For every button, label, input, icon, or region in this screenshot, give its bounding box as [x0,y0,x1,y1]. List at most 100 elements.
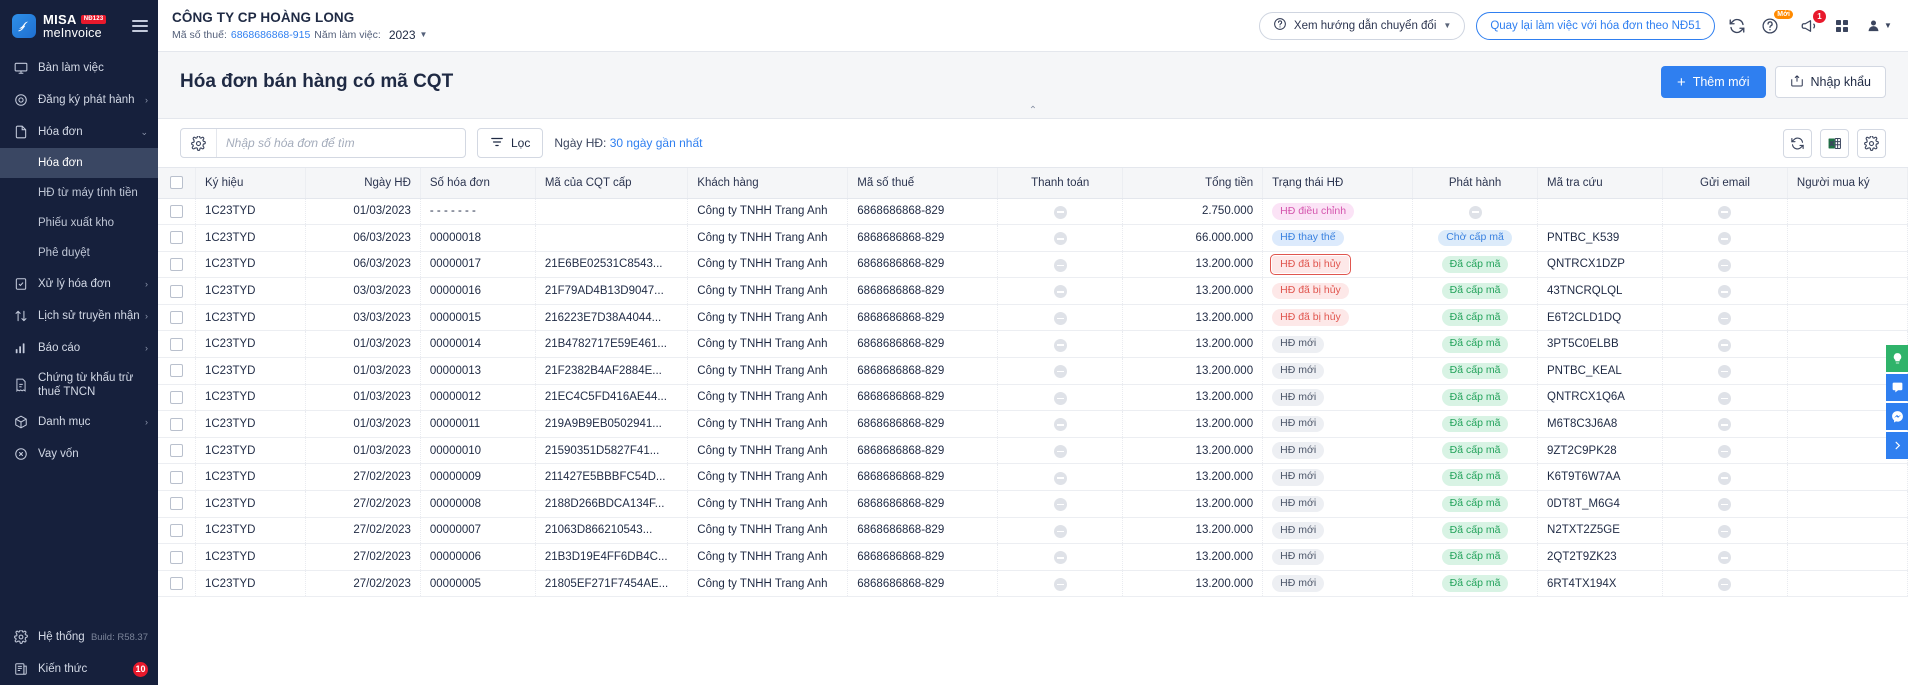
table-row[interactable]: 1C23TYD 01/03/2023 00000013 21F2382B4AF2884… [158,357,1908,385]
sidebar-item-registration[interactable]: Đăng ký phát hành › [0,84,158,116]
row-select-cell[interactable] [158,463,196,492]
row-checkbox[interactable] [169,364,183,378]
col-ma-so-thue[interactable]: Mã số thuế [847,168,999,199]
rail-chat-icon[interactable] [1886,374,1908,401]
user-avatar-menu[interactable]: ▼ [1864,15,1894,37]
sidebar-subitem-approval[interactable]: Phê duyệt [0,238,158,268]
row-select-cell[interactable] [158,198,196,226]
select-all-header[interactable] [158,168,196,199]
row-checkbox[interactable] [169,417,183,431]
sidebar-item-transfer-history[interactable]: Lịch sử truyền nhận › [0,300,158,332]
table-row[interactable]: 1C23TYD 01/03/2023 00000011 219A9B9EB050294… [158,410,1908,438]
search-settings-gear-icon[interactable] [181,129,217,157]
rail-messenger-icon[interactable] [1886,403,1908,430]
row-select-cell[interactable] [158,224,196,252]
row-checkbox[interactable] [169,337,183,351]
table-row[interactable]: 1C23TYD 27/02/2023 00000005 21805EF271F7454… [158,570,1908,598]
table-row[interactable]: 1C23TYD 01/03/2023- - - - - - - Công ty TN… [158,198,1908,226]
table-row[interactable]: 1C23TYD 27/02/2023 00000009 211427E5BBBFC54… [158,463,1908,492]
hamburger-menu-icon[interactable] [132,20,148,32]
sidebar-item-invoice[interactable]: Hóa đơn ⌄ [0,116,158,148]
col-phat-hanh[interactable]: Phát hành [1412,168,1539,199]
back-nd51-button[interactable]: Quay lại làm việc với hóa đơn theo NĐ51 [1476,11,1715,40]
row-checkbox[interactable] [169,390,183,404]
table-row[interactable]: 1C23TYD 27/02/2023 00000006 21B3D19E4FF6DB4… [158,543,1908,571]
row-checkbox[interactable] [169,497,183,511]
col-thanh-toan[interactable]: Thanh toán [997,168,1124,199]
row-select-cell[interactable] [158,384,196,412]
add-new-button[interactable]: + Thêm mới [1660,66,1766,98]
table-row[interactable]: 1C23TYD 03/03/2023 00000016 21F79AD4B13D904… [158,277,1908,305]
search-input[interactable] [217,136,465,150]
sidebar-item-tax-deduction[interactable]: Chứng từ khấu trừ thuế TNCN [0,364,158,406]
row-select-cell[interactable] [158,251,196,279]
row-checkbox[interactable] [169,577,183,591]
col-ngay-hd[interactable]: Ngày HĐ [305,168,421,199]
col-gui-email[interactable]: Gửi email [1662,168,1788,199]
refresh-icon[interactable] [1726,15,1748,37]
date-filter-value[interactable]: 30 ngày gần nhất [610,136,703,150]
table-settings-gear-icon[interactable] [1857,128,1886,158]
tax-value[interactable]: 6868686868-915 [231,29,310,41]
sidebar-item-system[interactable]: Hệ thống Build: R58.37 [0,621,158,653]
row-select-cell[interactable] [158,490,196,518]
row-checkbox[interactable] [169,204,183,218]
row-select-cell[interactable] [158,330,196,359]
announcement-icon[interactable]: 1 [1798,9,1826,37]
apps-grid-icon[interactable] [1831,15,1853,37]
row-checkbox[interactable] [169,523,183,537]
row-select-cell[interactable] [158,517,196,545]
chevron-down-icon[interactable]: ▼ [420,30,428,39]
table-row[interactable]: 1C23TYD 01/03/2023 00000010 21590351D5827F4… [158,437,1908,465]
table-row[interactable]: 1C23TYD 06/03/2023 00000017 21E6BE02531C854… [158,251,1908,279]
table-row[interactable]: 1C23TYD 27/02/2023 00000007 21063D866210543… [158,517,1908,545]
collapse-header-icon[interactable]: ⌃ [1029,105,1037,116]
sidebar-item-category[interactable]: Danh mục › [0,406,158,438]
row-checkbox[interactable] [169,311,183,325]
row-select-cell[interactable] [158,277,196,305]
table-row[interactable]: 1C23TYD 06/03/2023 00000018 Công ty TNHH Tr… [158,224,1908,252]
row-checkbox[interactable] [169,550,183,564]
table-row[interactable]: 1C23TYD 01/03/2023 00000012 21EC4C5FD416AE4… [158,384,1908,412]
sidebar-item-report[interactable]: Báo cáo › [0,332,158,364]
row-checkbox[interactable] [169,231,183,245]
select-all-checkbox[interactable] [169,176,183,190]
export-excel-icon[interactable]: X [1820,128,1849,158]
sidebar-item-process-invoice[interactable]: Xử lý hóa đơn › [0,268,158,300]
col-nguoi-mua-ky[interactable]: Người mua ký [1787,168,1908,199]
sidebar-item-loan[interactable]: Vay vốn [0,438,158,470]
row-checkbox[interactable] [169,470,183,484]
sidebar-subitem-delivery-note[interactable]: Phiếu xuất kho [0,208,158,238]
col-trang-thai-hd[interactable]: Trạng thái HĐ [1262,168,1414,199]
col-ma-cqt[interactable]: Mã của CQT cấp [535,168,689,199]
col-so-hoa-don[interactable]: Số hóa đơn [420,168,536,199]
col-tong-tien[interactable]: Tổng tiền [1122,168,1264,199]
col-ky-hieu[interactable]: Ký hiệu [195,168,306,199]
invoice-table-container[interactable]: Ký hiệu Ngày HĐ Số hóa đơn Mã của CQT cấ… [158,167,1908,685]
table-row[interactable]: 1C23TYD 01/03/2023 00000014 21B4782717E59E4… [158,330,1908,359]
sidebar-subitem-pos-invoice[interactable]: HĐ từ máy tính tiền [0,178,158,208]
col-khach-hang[interactable]: Khách hàng [687,168,849,199]
sidebar-item-knowledge[interactable]: Kiến thức 10 [0,653,158,685]
table-row[interactable]: 1C23TYD 03/03/2023 00000015 216223E7D38A404… [158,304,1908,332]
table-row[interactable]: 1C23TYD 27/02/2023 00000008 2188D266BDCA134… [158,490,1908,518]
sidebar-item-workspace[interactable]: Bàn làm việc [0,52,158,84]
reload-table-icon[interactable] [1783,128,1812,158]
import-button[interactable]: Nhập khẩu [1774,66,1886,98]
help-icon[interactable]: Mới [1759,9,1793,37]
row-select-cell[interactable] [158,410,196,438]
col-ma-tra-cuu[interactable]: Mã tra cứu [1537,168,1663,199]
conversion-guide-button[interactable]: Xem hướng dẫn chuyển đổi ▼ [1258,11,1466,40]
sidebar-subitem-invoice[interactable]: Hóa đơn [0,148,158,178]
filter-button[interactable]: Lọc [477,128,544,158]
row-checkbox[interactable] [169,444,183,458]
row-select-cell[interactable] [158,570,196,598]
row-checkbox[interactable] [169,257,183,271]
rail-expand-icon[interactable] [1886,432,1908,459]
row-checkbox[interactable] [169,284,183,298]
row-select-cell[interactable] [158,543,196,571]
sidebar-logo[interactable]: MISA NĐ123 meInvoice [0,0,158,52]
row-select-cell[interactable] [158,437,196,465]
rail-lightbulb-icon[interactable] [1886,345,1908,372]
row-select-cell[interactable] [158,357,196,385]
